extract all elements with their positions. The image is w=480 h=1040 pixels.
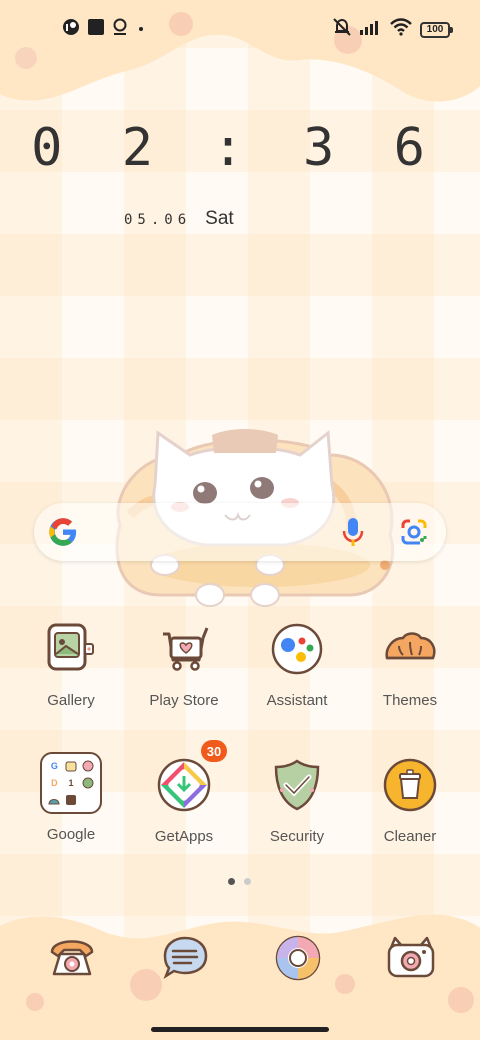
app-label: Play Store <box>149 692 219 709</box>
folder-app-icon <box>80 776 95 791</box>
google-lens-icon[interactable] <box>400 518 428 546</box>
app-assistant[interactable]: Assistant <box>242 620 352 709</box>
app-play-store[interactable]: Play Store <box>129 620 239 709</box>
app-label: Google <box>46 826 96 843</box>
messages-icon[interactable] <box>159 932 211 984</box>
assistant-notification-icon <box>112 18 128 41</box>
clock-date-line[interactable]: 05.06 Sat <box>124 208 234 230</box>
square-notification-icon <box>88 19 104 40</box>
notification-badge: 30 <box>201 740 227 762</box>
app-label: Themes <box>382 692 438 709</box>
camera-icon[interactable] <box>385 932 437 984</box>
clock-weekday: Sat <box>205 208 234 229</box>
app-getapps[interactable]: 30 GetApps <box>129 740 239 845</box>
status-bar-right: 100 <box>332 17 453 42</box>
folder-app-icon <box>64 792 79 807</box>
more-dot-icon <box>136 21 146 39</box>
battery-icon: 100 <box>420 21 453 38</box>
play-store-icon <box>155 620 213 678</box>
folder-google-icon: G <box>50 761 58 772</box>
folder-one-icon: 1 <box>68 777 74 788</box>
google-folder-icon: G D 1 <box>40 752 102 814</box>
theme-app-icon <box>62 18 80 41</box>
status-bar: 100 <box>0 0 480 56</box>
clock-time[interactable]: 0 2 : 3 6 <box>0 118 470 178</box>
security-icon <box>268 756 326 814</box>
app-label: Gallery <box>47 692 95 709</box>
themes-icon <box>381 620 439 678</box>
gallery-icon <box>42 620 100 678</box>
google-logo-icon <box>49 518 77 546</box>
folder-app-icon <box>64 759 79 774</box>
folder-app-icon <box>80 792 95 807</box>
phone-icon[interactable] <box>46 930 98 982</box>
app-label: Assistant <box>266 692 328 709</box>
app-label: Security <box>269 828 325 845</box>
page-dot[interactable] <box>244 878 251 885</box>
folder-app-icon <box>47 792 62 807</box>
getapps-icon: 30 <box>155 740 227 814</box>
app-themes[interactable]: Themes <box>355 620 465 709</box>
microphone-icon[interactable] <box>342 517 364 547</box>
google-search-bar[interactable] <box>34 503 446 561</box>
app-cleaner[interactable]: Cleaner <box>355 756 465 845</box>
assistant-icon <box>268 620 326 678</box>
mute-icon <box>332 17 352 42</box>
page-dot-current[interactable] <box>228 878 235 885</box>
folder-app-icon <box>80 759 95 774</box>
wifi-icon <box>390 18 412 41</box>
app-gallery[interactable]: Gallery <box>16 620 126 709</box>
clock-date: 05.06 <box>124 212 192 228</box>
app-google-folder[interactable]: G D 1 Google <box>16 752 126 843</box>
app-label: GetApps <box>154 828 214 845</box>
folder-drive-icon: D <box>51 777 58 788</box>
page-indicator[interactable] <box>228 878 251 885</box>
app-label: Cleaner <box>383 828 437 845</box>
home-gesture-bar[interactable] <box>151 1027 329 1032</box>
cleaner-icon <box>381 756 439 814</box>
app-security[interactable]: Security <box>242 756 352 845</box>
browser-icon[interactable] <box>272 932 324 984</box>
status-bar-left <box>62 18 146 41</box>
signal-icon <box>360 19 382 40</box>
